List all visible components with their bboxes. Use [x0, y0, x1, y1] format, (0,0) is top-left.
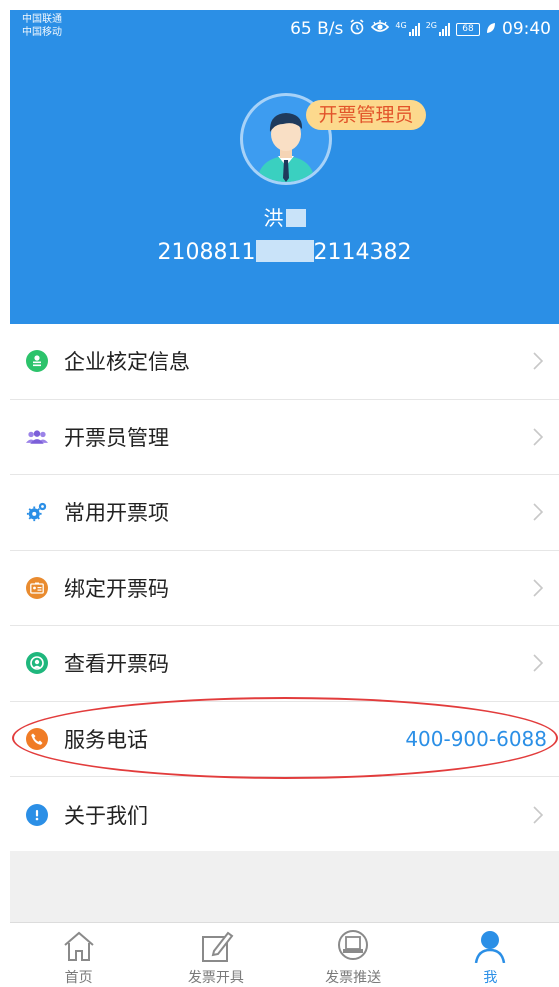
menu-item-common-items[interactable]: 常用开票项: [10, 475, 559, 551]
carrier-1: 中国联通: [22, 14, 62, 25]
user-name-text: 洪: [263, 206, 286, 230]
chevron-right-icon: [533, 503, 544, 521]
signal-2-icon: 2G: [426, 22, 450, 36]
battery-icon: 68: [456, 22, 480, 36]
user-name: 洪: [10, 202, 559, 231]
role-badge: 开票管理员: [306, 100, 426, 130]
tab-label: 我: [483, 970, 498, 986]
user-circle-icon: [26, 652, 48, 675]
menu-label: 企业核定信息: [64, 350, 190, 375]
service-phone-number[interactable]: 400-900-6088: [405, 727, 547, 751]
user-id-suffix: 2114382: [313, 240, 412, 265]
menu-label: 查看开票码: [64, 652, 169, 677]
signal-1-icon: 4G: [395, 22, 420, 36]
chevron-right-icon: [533, 352, 544, 370]
eye-comfort-icon: [371, 19, 390, 39]
status-bar: 中国联通 中国移动 65 B/s 4G 2G 68 09:40: [10, 10, 559, 48]
user-id: 2108811 2114382: [10, 240, 559, 265]
menu-label: 常用开票项: [64, 501, 169, 526]
edit-invoice-icon: [201, 931, 234, 962]
menu-item-bind-code[interactable]: 绑定开票码: [10, 551, 559, 626]
info-icon: [26, 803, 48, 826]
menu-item-view-code[interactable]: 查看开票码: [10, 626, 559, 702]
tab-issue-invoice[interactable]: 发票开具: [147, 923, 284, 987]
tab-label: 发票开具: [187, 970, 244, 986]
chevron-right-icon: [533, 654, 544, 672]
profile-header: 开票管理员 洪 2108811 2114382: [10, 48, 559, 324]
menu-item-drawer-management[interactable]: 开票员管理: [10, 400, 559, 475]
carrier-info: 中国联通 中国移动: [22, 13, 62, 39]
menu-item-enterprise-info[interactable]: 企业核定信息: [10, 324, 559, 400]
carrier-2: 中国移动: [22, 27, 62, 38]
id-redaction: [255, 240, 314, 262]
menu-label: 关于我们: [64, 803, 148, 828]
status-indicators: 65 B/s 4G 2G 68 09:40: [290, 18, 551, 40]
phone-icon: [26, 727, 48, 750]
menu-item-about-us[interactable]: 关于我们: [10, 777, 559, 853]
tab-label: 首页: [64, 970, 93, 986]
menu-item-service-phone[interactable]: 服务电话 400-900-6088: [10, 702, 559, 777]
chevron-right-icon: [533, 806, 544, 824]
menu-label: 开票员管理: [64, 425, 169, 450]
enterprise-info-icon: [26, 350, 48, 373]
clock-time: 09:40: [502, 19, 551, 39]
id-card-icon: [26, 576, 48, 599]
net-speed: 65 B/s: [290, 19, 344, 39]
menu-label: 绑定开票码: [64, 576, 169, 601]
name-redaction: [285, 209, 306, 227]
home-icon: [63, 931, 94, 961]
settings-menu: 企业核定信息 开票员管理 常用开票项 绑定开票码 查看开票码 服务电话 400-…: [10, 324, 559, 853]
bottom-tab-bar: 首页 发票开具 发票推送 我: [10, 922, 559, 987]
chevron-right-icon: [533, 428, 544, 446]
gears-icon: [26, 501, 48, 523]
tab-push-invoice[interactable]: 发票推送: [285, 923, 422, 987]
alarm-icon: [349, 18, 365, 40]
tab-me[interactable]: 我: [422, 923, 559, 987]
menu-label: 服务电话: [64, 727, 148, 752]
content-spacer: [10, 851, 559, 922]
tab-home[interactable]: 首页: [10, 923, 147, 987]
user-id-prefix: 2108811: [157, 240, 256, 265]
chevron-right-icon: [533, 579, 544, 597]
push-invoice-icon: [338, 930, 369, 960]
person-icon: [475, 931, 506, 963]
tab-label: 发票推送: [325, 970, 382, 986]
leaf-icon: [486, 19, 496, 39]
users-group-icon: [26, 426, 48, 448]
